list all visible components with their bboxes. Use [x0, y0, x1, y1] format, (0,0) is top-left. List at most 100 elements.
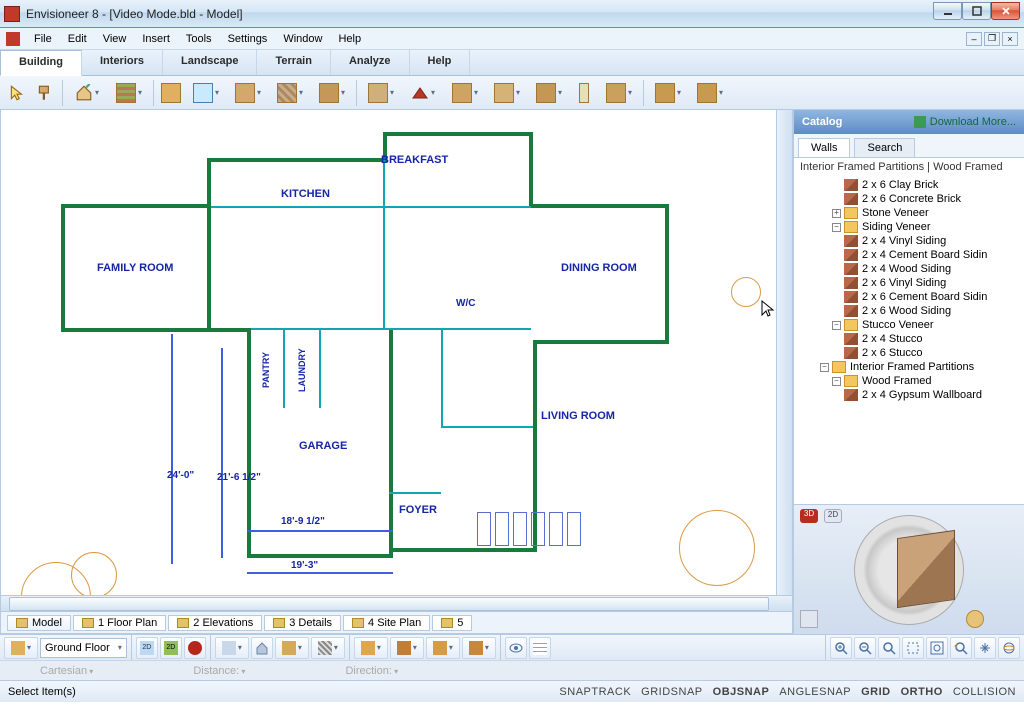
- hatching-button[interactable]: [311, 637, 345, 659]
- nav-home-icon[interactable]: [800, 610, 818, 628]
- tree-node[interactable]: 2 x 4 Cement Board Sidin: [794, 248, 1024, 262]
- tab-help[interactable]: Help: [410, 50, 471, 75]
- toggle-snaptrack[interactable]: SNAPTRACK: [559, 686, 631, 698]
- nav-2d-badge-icon[interactable]: 2D: [824, 509, 842, 523]
- nav-hand-icon[interactable]: [966, 610, 984, 628]
- download-more-link[interactable]: Download More...: [914, 116, 1016, 128]
- zoom-fit-button[interactable]: [926, 637, 948, 659]
- menu-help[interactable]: Help: [330, 31, 369, 47]
- view-2d-render-button[interactable]: 2D: [160, 637, 182, 659]
- view-3d-button[interactable]: [184, 637, 206, 659]
- menu-insert[interactable]: Insert: [134, 31, 178, 47]
- view-2d-button[interactable]: 2D: [136, 637, 158, 659]
- layer-options-3[interactable]: [426, 637, 460, 659]
- tree-node[interactable]: 2 x 6 Concrete Brick: [794, 192, 1024, 206]
- toggle-gridsnap[interactable]: GRIDSNAP: [641, 686, 702, 698]
- layer-options-2[interactable]: [390, 637, 424, 659]
- toggle-collision[interactable]: COLLISION: [953, 686, 1016, 698]
- mdi-restore-button[interactable]: ❐: [984, 32, 1000, 46]
- opening-button[interactable]: [228, 79, 268, 107]
- zoom-realtime-button[interactable]: [878, 637, 900, 659]
- foundation-button[interactable]: [529, 79, 569, 107]
- grid-button[interactable]: [529, 637, 551, 659]
- doc-system-icon[interactable]: [6, 32, 20, 46]
- catalog-tab-walls[interactable]: Walls: [798, 138, 850, 157]
- tree-node[interactable]: 2 x 6 Vinyl Siding: [794, 276, 1024, 290]
- zoom-previous-button[interactable]: [950, 637, 972, 659]
- close-button[interactable]: [991, 2, 1020, 20]
- nav-3d-widget[interactable]: 3D 2D: [794, 504, 1024, 634]
- view-tab-elevations[interactable]: 2 Elevations: [168, 615, 262, 631]
- wall-button[interactable]: [109, 79, 149, 107]
- tree-node[interactable]: 2 x 6 Wood Siding: [794, 304, 1024, 318]
- door-button[interactable]: [158, 79, 184, 107]
- display-mode-dropdown[interactable]: [215, 637, 249, 659]
- tab-building[interactable]: Building: [0, 50, 82, 76]
- layer-options-4[interactable]: [462, 637, 496, 659]
- walk-button[interactable]: [275, 637, 309, 659]
- view-tab-model[interactable]: Model: [7, 615, 71, 631]
- framing-button[interactable]: [690, 79, 730, 107]
- tree-expander-icon[interactable]: −: [832, 223, 841, 232]
- select-tool[interactable]: [4, 79, 30, 107]
- view-tab-5[interactable]: 5: [432, 615, 472, 631]
- toggle-grid[interactable]: GRID: [861, 686, 891, 698]
- menu-settings[interactable]: Settings: [220, 31, 276, 47]
- toggle-anglesnap[interactable]: ANGLESNAP: [779, 686, 851, 698]
- tree-node[interactable]: +Stone Veneer: [794, 206, 1024, 220]
- orbit-button[interactable]: [998, 637, 1020, 659]
- eye-toggle-button[interactable]: [505, 637, 527, 659]
- column-button[interactable]: [571, 79, 597, 107]
- zoom-window-button[interactable]: [902, 637, 924, 659]
- tab-analyze[interactable]: Analyze: [331, 50, 410, 75]
- tree-expander-icon[interactable]: +: [832, 209, 841, 218]
- beam-button[interactable]: [599, 79, 639, 107]
- pan-button[interactable]: [974, 637, 996, 659]
- zoom-out-button[interactable]: [854, 637, 876, 659]
- menu-edit[interactable]: Edit: [60, 31, 95, 47]
- skylight-button[interactable]: [445, 79, 485, 107]
- catalog-tab-search[interactable]: Search: [854, 138, 915, 157]
- location-dropdown[interactable]: [4, 637, 38, 659]
- maximize-button[interactable]: [962, 2, 991, 20]
- menu-window[interactable]: Window: [275, 31, 330, 47]
- floor-button[interactable]: [487, 79, 527, 107]
- minimize-button[interactable]: [933, 2, 962, 20]
- tab-terrain[interactable]: Terrain: [257, 50, 330, 75]
- toggle-ortho[interactable]: ORTHO: [901, 686, 943, 698]
- toggle-objsnap[interactable]: OBJSNAP: [713, 686, 770, 698]
- tree-node[interactable]: 2 x 4 Gypsum Wallboard: [794, 388, 1024, 402]
- tree-expander-icon[interactable]: −: [832, 377, 841, 386]
- view-tab-site-plan[interactable]: 4 Site Plan: [343, 615, 430, 631]
- ceiling-button[interactable]: [361, 79, 401, 107]
- railing-button[interactable]: [312, 79, 352, 107]
- menu-tools[interactable]: Tools: [178, 31, 220, 47]
- stairs-button[interactable]: [270, 79, 310, 107]
- tree-expander-icon[interactable]: −: [820, 363, 829, 372]
- paint-tool[interactable]: [32, 79, 58, 107]
- mdi-minimize-button[interactable]: –: [966, 32, 982, 46]
- house-wizard-button[interactable]: [67, 79, 107, 107]
- window-button[interactable]: [186, 79, 226, 107]
- tab-interiors[interactable]: Interiors: [82, 50, 163, 75]
- menu-file[interactable]: File: [26, 31, 60, 47]
- tab-landscape[interactable]: Landscape: [163, 50, 257, 75]
- tree-node[interactable]: 2 x 6 Cement Board Sidin: [794, 290, 1024, 304]
- zoom-in-button[interactable]: [830, 637, 852, 659]
- tree-node[interactable]: 2 x 4 Vinyl Siding: [794, 234, 1024, 248]
- tree-node[interactable]: 2 x 6 Clay Brick: [794, 178, 1024, 192]
- tree-node[interactable]: 2 x 6 Stucco: [794, 346, 1024, 360]
- tree-node[interactable]: −Siding Veneer: [794, 220, 1024, 234]
- tree-node[interactable]: −Stucco Veneer: [794, 318, 1024, 332]
- floor-selector[interactable]: Ground Floor: [40, 638, 127, 658]
- coord-mode[interactable]: Cartesian: [40, 665, 93, 677]
- catalog-tree[interactable]: 2 x 6 Clay Brick2 x 6 Concrete Brick+Sto…: [794, 176, 1024, 504]
- drawing-canvas[interactable]: BREAKFAST KITCHEN FAMILY ROOM DINING ROO…: [1, 110, 776, 595]
- layer-options-1[interactable]: [354, 637, 388, 659]
- member-button[interactable]: [648, 79, 688, 107]
- nav-3d-badge-icon[interactable]: 3D: [800, 509, 818, 523]
- horizontal-scrollbar[interactable]: [1, 595, 792, 611]
- vertical-scrollbar[interactable]: [776, 110, 792, 595]
- tree-expander-icon[interactable]: −: [832, 321, 841, 330]
- tree-node[interactable]: −Interior Framed Partitions: [794, 360, 1024, 374]
